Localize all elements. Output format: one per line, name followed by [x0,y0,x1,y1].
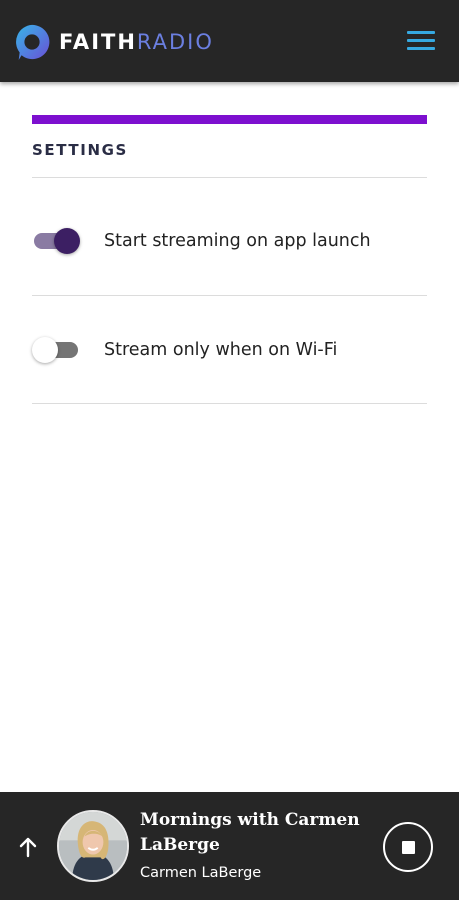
logo-word-radio: RADIO [136,29,214,54]
menu-line [407,31,435,34]
setting-wifi-only[interactable]: Stream only when on Wi-Fi [32,330,427,370]
host-avatar [57,810,129,882]
logo-text: FAITHRADIO [59,29,214,54]
show-host: Carmen LaBerge [140,865,262,881]
toggle-thumb [54,228,80,254]
hamburger-menu-icon[interactable] [407,31,435,51]
setting-start-streaming[interactable]: Start streaming on app launch [32,221,427,261]
divider [32,177,427,178]
stop-button[interactable] [383,822,433,872]
app-root: FAITHRADIO SETTINGS Start streaming on a… [0,0,459,900]
start-streaming-label: Start streaming on app launch [104,231,371,251]
menu-line [407,47,435,50]
app-logo[interactable]: FAITHRADIO [13,22,214,62]
speech-bubble-logo-icon [16,24,50,61]
stop-icon [402,841,415,854]
arrow-up-icon[interactable] [16,835,40,859]
app-header: FAITHRADIO [0,0,459,82]
toggle-thumb [32,337,58,363]
logo-word-faith: FAITH [59,29,137,54]
wifi-only-toggle[interactable] [32,336,82,364]
settings-title: SETTINGS [32,141,128,159]
start-streaming-toggle[interactable] [32,227,82,255]
now-playing-bar: Mornings with Carmen LaBerge Carmen LaBe… [0,792,459,900]
wifi-only-label: Stream only when on Wi-Fi [104,340,338,360]
menu-line [407,39,435,42]
divider [32,295,427,296]
section-accent-bar [32,115,427,124]
show-title: Mornings with Carmen LaBerge [140,810,360,855]
divider [32,403,427,404]
